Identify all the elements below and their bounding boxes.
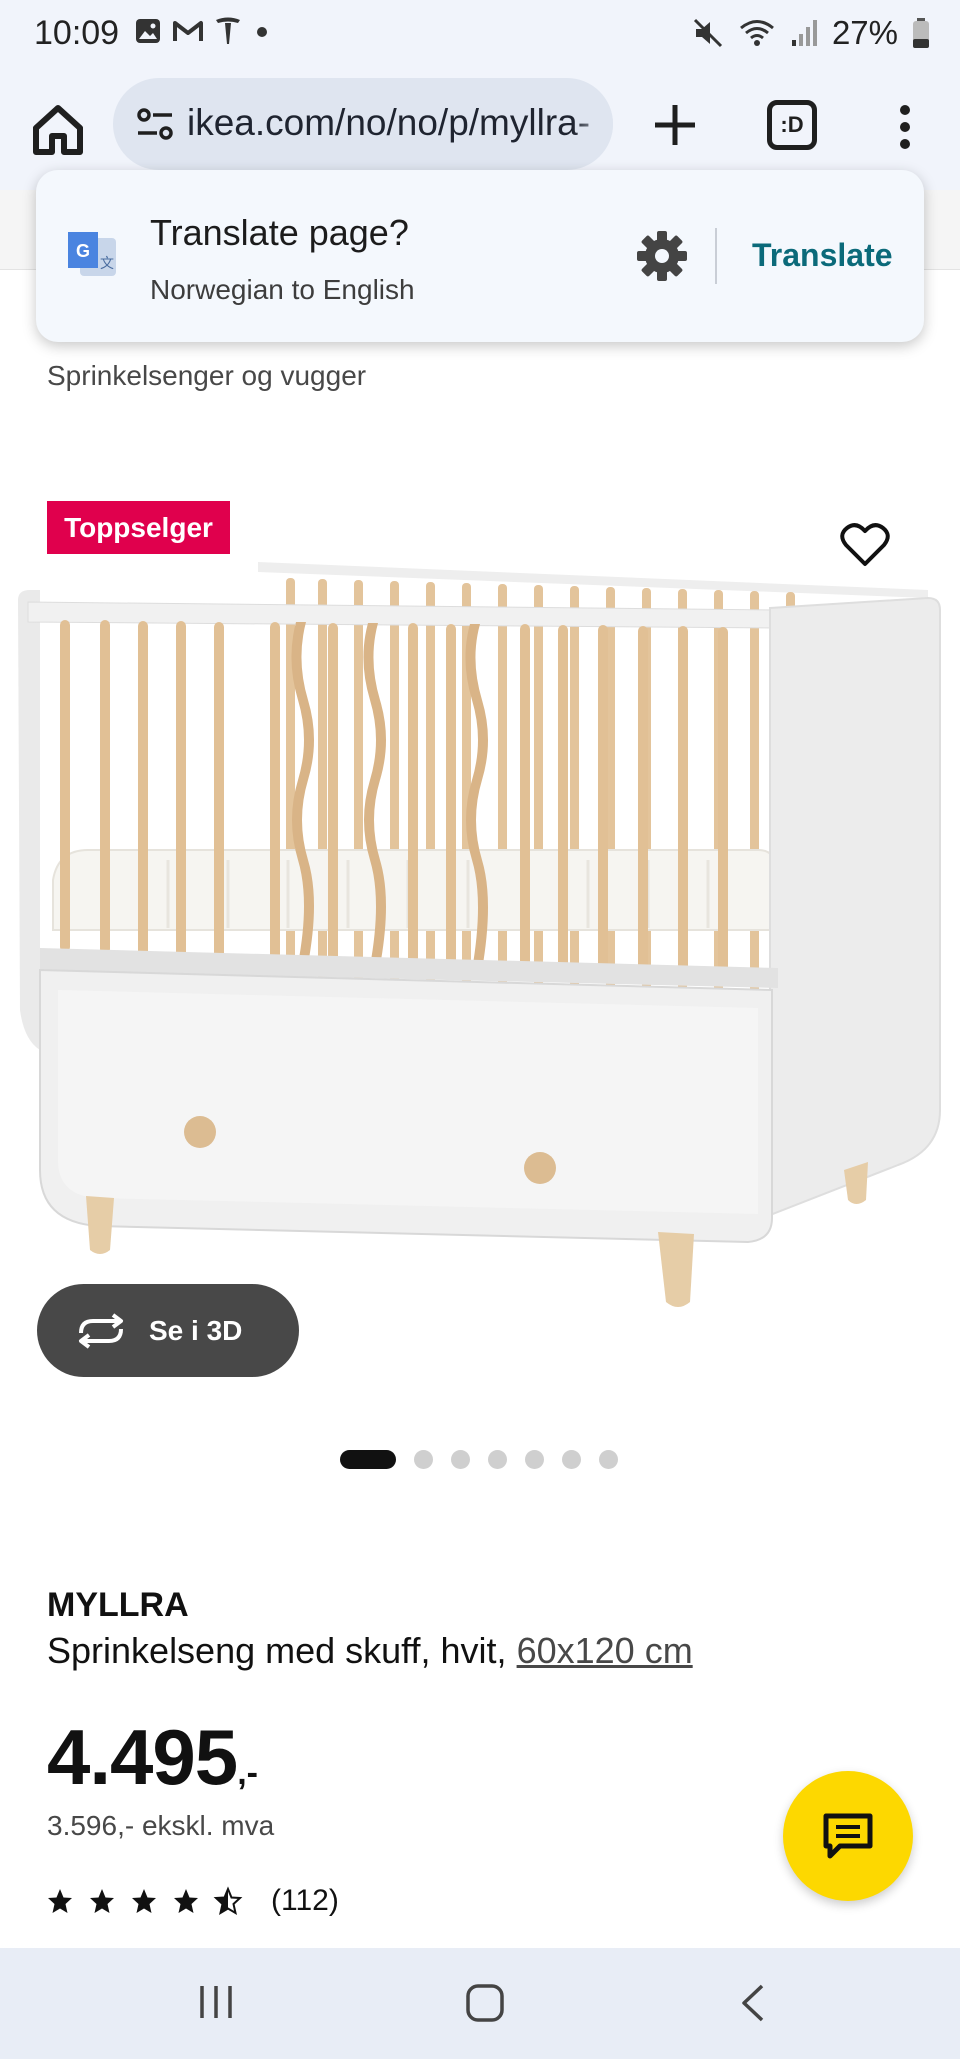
url-fade <box>573 78 613 170</box>
rotate-3d-icon <box>79 1312 123 1349</box>
view-3d-button[interactable]: Se i 3D <box>37 1284 299 1377</box>
status-notification-icons <box>134 16 272 46</box>
translate-button[interactable]: Translate <box>752 237 893 274</box>
system-home-icon[interactable] <box>464 1982 506 2024</box>
carousel-dot[interactable] <box>488 1450 507 1469</box>
gear-icon[interactable] <box>636 230 688 282</box>
dot-icon <box>257 27 267 37</box>
price-value: 4.495 <box>47 1713 238 1801</box>
chat-button[interactable] <box>783 1771 913 1901</box>
recent-apps-icon[interactable] <box>196 1982 236 2022</box>
mute-icon <box>693 18 722 48</box>
status-bar: 10:09 27% <box>0 0 960 70</box>
translate-popup: G 文 Translate page? Norwegian to English… <box>36 170 924 342</box>
more-menu-icon[interactable] <box>885 102 925 152</box>
product-price: 4.495,- <box>47 1712 258 1803</box>
rating-star <box>48 1889 72 1913</box>
carousel-dot[interactable] <box>562 1450 581 1469</box>
product-description: Sprinkelseng med skuff, hvit, 60x120 cm <box>47 1630 693 1672</box>
image-carousel-indicator <box>340 1450 618 1469</box>
gallery-icon <box>136 19 160 43</box>
review-count[interactable]: (112) <box>271 1884 339 1918</box>
carousel-dot[interactable] <box>414 1450 433 1469</box>
battery-icon <box>913 18 929 48</box>
gmail-icon <box>173 21 203 41</box>
product-size-link[interactable]: 60x120 cm <box>517 1630 693 1671</box>
translate-divider <box>715 228 717 284</box>
translate-title: Translate page? <box>150 212 409 253</box>
tesla-icon <box>216 17 240 44</box>
product-description-text: Sprinkelseng med skuff, hvit, <box>47 1630 507 1671</box>
product-image[interactable] <box>18 550 948 1330</box>
price-excl-vat: 3.596,- ekskl. mva <box>47 1810 275 1841</box>
svg-text:G: G <box>76 241 90 261</box>
chat-icon <box>823 1813 873 1859</box>
google-translate-icon: G 文 <box>68 232 116 276</box>
carousel-dot[interactable] <box>525 1450 544 1469</box>
signal-icon <box>791 20 817 46</box>
address-bar[interactable]: ikea.com/no/no/p/myllra- <box>113 78 613 170</box>
battery-percent: 27% <box>831 14 898 51</box>
tab-switcher-button[interactable]: :D <box>767 100 817 150</box>
rating-star <box>213 1886 243 1916</box>
rating-star <box>90 1889 114 1913</box>
back-icon[interactable] <box>738 1982 768 2024</box>
new-tab-icon[interactable] <box>648 98 702 152</box>
svg-text:文: 文 <box>100 256 114 272</box>
rating-star <box>174 1889 198 1913</box>
rating-star <box>132 1889 156 1913</box>
translate-subtitle: Norwegian to English <box>150 274 415 305</box>
system-nav-bar <box>0 1948 960 2059</box>
carousel-dot[interactable] <box>599 1450 618 1469</box>
view-3d-label: Se i 3D <box>149 1314 243 1346</box>
rating-stars <box>48 1886 243 1916</box>
favorite-heart-icon[interactable] <box>840 522 890 568</box>
carousel-dot[interactable] <box>451 1450 470 1469</box>
status-time: 10:09 <box>34 14 120 52</box>
status-system-icons: 27% <box>692 14 930 52</box>
carousel-dot[interactable] <box>340 1450 396 1469</box>
url-text[interactable]: ikea.com/no/no/p/myllra- <box>187 102 590 144</box>
site-settings-icon[interactable] <box>135 106 175 142</box>
home-icon[interactable] <box>28 100 88 160</box>
breadcrumb[interactable]: Sprinkelsenger og vugger <box>47 360 366 392</box>
price-suffix: ,- <box>237 1754 258 1792</box>
product-rating[interactable]: (112) <box>47 1884 339 1918</box>
top-seller-badge: Toppselger <box>47 501 230 554</box>
wifi-icon <box>739 20 774 46</box>
product-brand: MYLLRA <box>47 1586 189 1624</box>
